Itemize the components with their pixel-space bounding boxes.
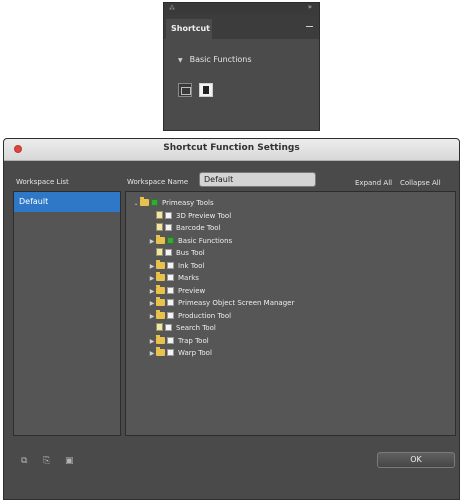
tree-row[interactable]: ▶ Trap Tool bbox=[148, 334, 209, 347]
panel-body: ▼ Basic Functions bbox=[164, 39, 319, 130]
delete-workspace-icon[interactable]: ▣ bbox=[65, 456, 74, 466]
workspace-name-input[interactable]: Default bbox=[199, 172, 316, 187]
tree-item-label: Basic Functions bbox=[178, 236, 233, 245]
panel-menu-icon[interactable]: » bbox=[308, 3, 313, 11]
tree-row[interactable]: ▶ Production Tool bbox=[148, 309, 232, 322]
tree-row[interactable]: ⌄ Primeasy Tools bbox=[132, 197, 214, 209]
tree-checkbox[interactable] bbox=[151, 199, 158, 206]
workspace-list[interactable]: Default bbox=[13, 191, 121, 436]
tree-checkbox[interactable] bbox=[167, 311, 174, 319]
folder-icon bbox=[140, 197, 149, 206]
document-icon bbox=[156, 323, 163, 331]
tree-item-label: Warp Tool bbox=[178, 349, 212, 357]
tree-item-label: Primeasy Tools bbox=[162, 199, 214, 207]
tree-row[interactable]: ▶ Primeasy Object Screen Manager bbox=[148, 297, 295, 309]
dialog-title: Shortcut Function Settings bbox=[163, 143, 300, 153]
duplicate-workspace-icon[interactable]: ⎘ bbox=[43, 456, 50, 466]
tree-item-label: Trap Tool bbox=[178, 336, 209, 345]
folder-icon bbox=[156, 334, 165, 344]
tab-shortcut[interactable]: Shortcut bbox=[166, 19, 212, 39]
collapse-toggle-icon[interactable]: ▶ bbox=[148, 311, 156, 322]
tree-item-label: Marks bbox=[178, 274, 199, 282]
tree-checkbox[interactable] bbox=[165, 324, 172, 331]
collapse-toggle-icon[interactable]: ▶ bbox=[148, 286, 156, 297]
document-page-icon[interactable] bbox=[199, 83, 213, 97]
tree-checkbox[interactable] bbox=[167, 336, 174, 344]
document-icon bbox=[156, 210, 163, 219]
collapse-toggle-icon[interactable]: ▶ bbox=[148, 336, 156, 347]
tree-row[interactable]: ▶ Ink Tool bbox=[148, 259, 205, 272]
workspace-list-label: Workspace List bbox=[16, 178, 69, 186]
tree-row[interactable]: ▶ Marks bbox=[148, 272, 199, 284]
tree-item-label: Preview bbox=[178, 286, 206, 295]
tree-item-label: Barcode Tool bbox=[176, 224, 221, 232]
image-frame-icon[interactable] bbox=[178, 83, 192, 97]
workspace-name-label: Workspace Name bbox=[127, 178, 189, 186]
tree-checkbox[interactable] bbox=[167, 299, 174, 306]
collapse-toggle-icon[interactable]: ▶ bbox=[148, 261, 156, 272]
section-label: Basic Functions bbox=[189, 55, 252, 64]
folder-icon bbox=[156, 234, 165, 244]
disclosure-down-icon[interactable]: ▼ bbox=[178, 57, 183, 64]
collapse-toggle-icon[interactable]: ▶ bbox=[148, 273, 156, 284]
folder-icon bbox=[156, 259, 165, 269]
tree-item-label: Production Tool bbox=[178, 311, 232, 320]
shortcut-settings-dialog: Shortcut Function Settings Workspace Lis… bbox=[3, 138, 460, 500]
tree-checkbox[interactable] bbox=[165, 224, 172, 231]
function-tree[interactable]: ⌄ Primeasy Tools 3D Preview Tool Barcode To… bbox=[125, 191, 456, 436]
collapse-toggle-icon[interactable]: ▶ bbox=[148, 348, 156, 359]
tree-row[interactable]: Search Tool bbox=[148, 323, 216, 334]
shortcut-panel: ⁂ » Shortcut ▼ Basic Functions bbox=[163, 2, 320, 131]
expand-toggle-icon[interactable]: ⌄ bbox=[132, 198, 140, 209]
tree-item-label: Primeasy Object Screen Manager bbox=[178, 299, 295, 307]
folder-icon bbox=[156, 297, 165, 306]
titlebar: Shortcut Function Settings bbox=[4, 139, 459, 161]
folder-icon bbox=[156, 272, 165, 281]
expand-all-link[interactable]: Expand All bbox=[355, 179, 392, 187]
tree-item-label: Bus Tool bbox=[176, 249, 205, 257]
collapse-toggle-icon[interactable]: ▶ bbox=[148, 236, 156, 247]
folder-icon bbox=[156, 347, 165, 356]
collapse-toggle-icon[interactable]: ▶ bbox=[148, 298, 156, 309]
tree-item-label: Search Tool bbox=[176, 324, 216, 332]
tree-row[interactable]: Bus Tool bbox=[148, 248, 205, 259]
tree-checkbox[interactable] bbox=[167, 286, 174, 294]
ok-button[interactable]: OK bbox=[377, 452, 455, 468]
collapse-all-link[interactable]: Collapse All bbox=[400, 179, 441, 187]
workspace-item-default[interactable]: Default bbox=[14, 192, 120, 212]
tree-item-label: Ink Tool bbox=[178, 261, 205, 270]
tree-checkbox[interactable] bbox=[167, 261, 174, 269]
minimize-icon[interactable] bbox=[306, 26, 313, 27]
tree-checkbox[interactable] bbox=[165, 249, 172, 256]
tree-row[interactable]: Barcode Tool bbox=[148, 223, 221, 234]
section-basic-functions[interactable]: ▼ Basic Functions bbox=[178, 55, 252, 64]
tree-row[interactable]: ▶ Warp Tool bbox=[148, 347, 212, 359]
tree-checkbox[interactable] bbox=[165, 211, 172, 219]
panel-tabbar: Shortcut bbox=[164, 15, 319, 39]
tree-row[interactable]: ▶ Basic Functions bbox=[148, 234, 233, 247]
tree-checkbox[interactable] bbox=[167, 274, 174, 281]
folder-icon bbox=[156, 309, 165, 319]
panel-drag-bar[interactable]: ⁂ » bbox=[164, 3, 319, 15]
document-icon bbox=[156, 248, 163, 256]
add-workspace-icon[interactable]: ⧉ bbox=[21, 456, 27, 466]
tree-checkbox[interactable] bbox=[167, 349, 174, 356]
tree-item-label: 3D Preview Tool bbox=[176, 211, 232, 220]
grip-icon: ⁂ bbox=[169, 5, 175, 12]
folder-icon bbox=[156, 284, 165, 294]
tree-row[interactable]: ▶ Preview bbox=[148, 284, 206, 297]
tree-row[interactable]: 3D Preview Tool bbox=[148, 210, 232, 222]
document-icon bbox=[156, 223, 163, 231]
tree-checkbox[interactable] bbox=[167, 236, 174, 244]
